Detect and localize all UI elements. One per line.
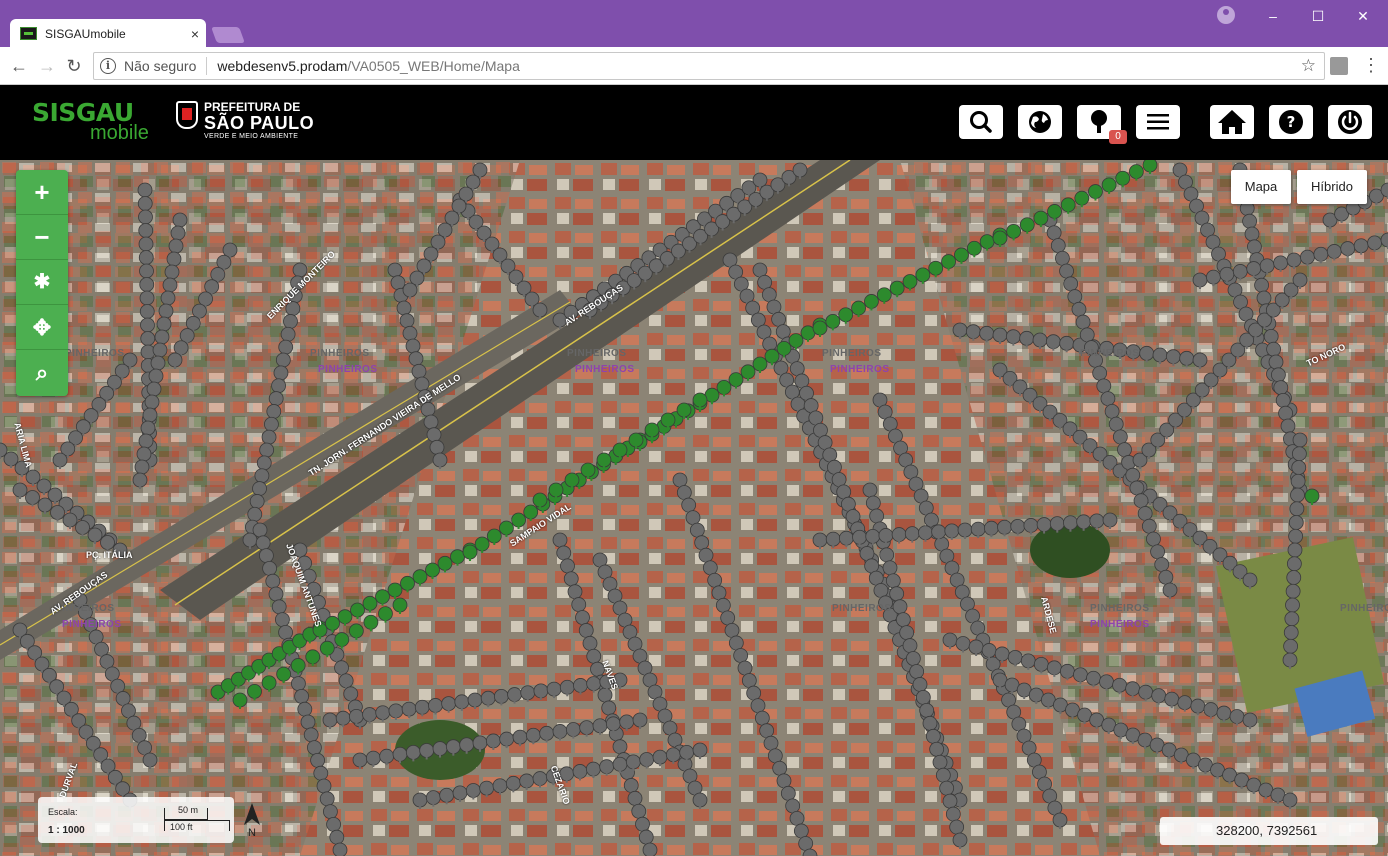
address-bar[interactable]: i Não seguro webdesenv5.prodam /VA0505_W… <box>93 52 1325 80</box>
help-icon: ? <box>1279 110 1303 134</box>
satellite-imagery <box>0 160 1388 856</box>
home-icon <box>1218 110 1246 134</box>
minimize-button[interactable]: – <box>1262 6 1284 26</box>
district-label-purple: PINHEIROS <box>62 619 122 630</box>
pref-line3: VERDE E MEIO AMBIENTE <box>204 133 299 140</box>
district-label: PINHEIROS <box>310 348 370 359</box>
help-button[interactable]: ? <box>1269 105 1313 139</box>
browser-toolbar: ← → ↻ i Não seguro webdesenv5.prodam /VA… <box>0 47 1388 85</box>
pref-line2: SÃO PAULO <box>204 113 315 133</box>
sisgau-logo: SISGAU mobile <box>32 99 149 144</box>
browser-title-bar: SISGAUmobile × – ☐ ✕ <box>0 0 1388 48</box>
district-label-purple: PINHEIROS <box>1090 619 1150 630</box>
browser-tab[interactable]: SISGAUmobile × <box>10 19 206 48</box>
zoom-out-button[interactable]: − <box>16 215 68 260</box>
reload-icon[interactable]: ↻ <box>63 55 85 77</box>
map-canvas[interactable]: PINHEIROS PINHEIROS PINHEIROS PINHEIROS … <box>0 160 1388 856</box>
svg-text:?: ? <box>1287 113 1296 131</box>
district-label: PINHEIROS <box>832 603 892 614</box>
scale-metric: 50 m <box>178 805 199 815</box>
district-label: PINHEIROS <box>1090 603 1150 614</box>
search-button[interactable] <box>959 105 1003 139</box>
district-label-purple: PINHEIROS <box>575 364 635 375</box>
district-label: PINHEIROS <box>567 348 627 359</box>
info-icon[interactable]: i <box>100 58 116 74</box>
tab-title: SISGAUmobile <box>45 26 126 41</box>
url-path: /VA0505_WEB/Home/Mapa <box>347 58 520 74</box>
app-header: SISGAU mobile PREFEITURA DE SÃO PAULO VE… <box>0 85 1388 160</box>
map-tool-panel: + − ✱ ✥ ⌕ <box>16 170 68 396</box>
zoom-in-button[interactable]: + <box>16 170 68 215</box>
favicon-icon <box>20 27 37 40</box>
prefeitura-logo: PREFEITURA DE SÃO PAULO VERDE E MEIO AMB… <box>176 101 314 141</box>
power-button[interactable] <box>1328 105 1372 139</box>
district-label: PINHEIROS <box>1080 348 1140 359</box>
scale-ratio: 1 : 1000 <box>48 825 85 836</box>
globe-icon <box>1029 111 1051 133</box>
tab-close-icon[interactable]: × <box>184 26 206 42</box>
gray-tree-marker[interactable] <box>332 842 348 856</box>
district-label-purple: PINHEIROS <box>830 364 890 375</box>
north-arrow-icon <box>244 803 260 825</box>
new-tab-button[interactable] <box>211 27 245 43</box>
security-label: Não seguro <box>124 58 197 74</box>
maximize-button[interactable]: ☐ <box>1307 6 1329 26</box>
map-search-icon[interactable]: ⌕ <box>16 350 68 395</box>
browser-menu-icon[interactable]: ⋮ <box>1362 55 1380 75</box>
full-extent-icon[interactable]: ✱ <box>16 260 68 305</box>
hamburger-menu-icon <box>1147 114 1169 130</box>
pan-icon[interactable]: ✥ <box>16 305 68 350</box>
street-label: PÇ. ITÁLIA <box>86 550 133 560</box>
search-icon <box>970 111 992 133</box>
back-arrow-icon[interactable]: ← <box>8 55 30 77</box>
menu-button[interactable] <box>1136 105 1180 139</box>
district-label: PINHEIROS <box>65 348 125 359</box>
tree-count-badge: 0 <box>1109 130 1127 144</box>
city-seal-icon <box>176 101 198 129</box>
globe-button[interactable] <box>1018 105 1062 139</box>
north-label: N <box>248 827 256 839</box>
map-type-mapa-button[interactable]: Mapa <box>1231 170 1291 204</box>
map-type-hibrido-button[interactable]: Híbrido <box>1297 170 1367 204</box>
bookmark-star-icon[interactable]: ☆ <box>1301 56 1316 76</box>
forward-arrow-icon[interactable]: → <box>36 55 58 77</box>
district-label: PINHEIROS <box>1340 603 1388 614</box>
scale-label: Escala: <box>48 807 78 817</box>
scale-imperial: 100 ft <box>170 822 193 832</box>
home-button[interactable] <box>1210 105 1254 139</box>
coordinates-readout: 328200, 7392561 <box>1160 817 1378 845</box>
gray-tree-marker[interactable] <box>642 842 658 856</box>
scale-bar: Escala: 1 : 1000 50 m 100 ft N <box>38 797 260 843</box>
omnibox-divider <box>206 57 208 75</box>
url-host: webdesenv5.prodam <box>217 58 348 74</box>
extension-icon[interactable] <box>1330 57 1348 75</box>
power-icon <box>1338 110 1362 134</box>
district-label-purple: PINHEIROS <box>318 364 378 375</box>
profile-icon[interactable] <box>1217 6 1235 24</box>
close-window-button[interactable]: ✕ <box>1352 6 1374 26</box>
district-label: PINHEIROS <box>822 348 882 359</box>
brand-sub: mobile <box>90 122 149 144</box>
